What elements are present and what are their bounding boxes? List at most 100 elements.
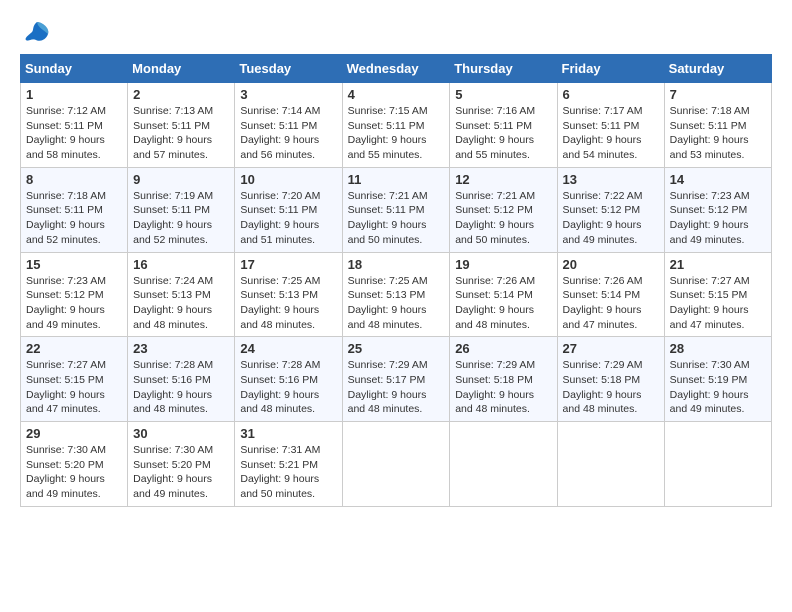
- calendar-day-6: 6 Sunrise: 7:17 AMSunset: 5:11 PMDayligh…: [557, 83, 664, 168]
- calendar-day-26: 26 Sunrise: 7:29 AMSunset: 5:18 PMDaylig…: [450, 337, 557, 422]
- day-number: 29: [26, 426, 122, 441]
- calendar-day-28: 28 Sunrise: 7:30 AMSunset: 5:19 PMDaylig…: [664, 337, 771, 422]
- calendar-day-23: 23 Sunrise: 7:28 AMSunset: 5:16 PMDaylig…: [128, 337, 235, 422]
- day-number: 1: [26, 87, 122, 102]
- day-number: 11: [348, 172, 445, 187]
- day-info: Sunrise: 7:25 AMSunset: 5:13 PMDaylight:…: [348, 275, 428, 331]
- calendar-header-wednesday: Wednesday: [342, 55, 450, 83]
- calendar-week-4: 22 Sunrise: 7:27 AMSunset: 5:15 PMDaylig…: [21, 337, 772, 422]
- calendar-day-5: 5 Sunrise: 7:16 AMSunset: 5:11 PMDayligh…: [450, 83, 557, 168]
- day-info: Sunrise: 7:21 AMSunset: 5:11 PMDaylight:…: [348, 190, 428, 246]
- day-number: 17: [240, 257, 336, 272]
- calendar-day-30: 30 Sunrise: 7:30 AMSunset: 5:20 PMDaylig…: [128, 422, 235, 507]
- empty-cell: [450, 422, 557, 507]
- empty-cell: [664, 422, 771, 507]
- day-number: 14: [670, 172, 766, 187]
- day-number: 6: [563, 87, 659, 102]
- calendar-day-29: 29 Sunrise: 7:30 AMSunset: 5:20 PMDaylig…: [21, 422, 128, 507]
- calendar-day-1: 1 Sunrise: 7:12 AMSunset: 5:11 PMDayligh…: [21, 83, 128, 168]
- day-info: Sunrise: 7:22 AMSunset: 5:12 PMDaylight:…: [563, 190, 643, 246]
- day-info: Sunrise: 7:31 AMSunset: 5:21 PMDaylight:…: [240, 444, 320, 500]
- logo-bird-icon: [22, 20, 52, 44]
- calendar-day-25: 25 Sunrise: 7:29 AMSunset: 5:17 PMDaylig…: [342, 337, 450, 422]
- day-number: 12: [455, 172, 551, 187]
- calendar-day-15: 15 Sunrise: 7:23 AMSunset: 5:12 PMDaylig…: [21, 252, 128, 337]
- day-info: Sunrise: 7:18 AMSunset: 5:11 PMDaylight:…: [670, 105, 750, 161]
- day-info: Sunrise: 7:20 AMSunset: 5:11 PMDaylight:…: [240, 190, 320, 246]
- day-info: Sunrise: 7:30 AMSunset: 5:20 PMDaylight:…: [26, 444, 106, 500]
- day-info: Sunrise: 7:16 AMSunset: 5:11 PMDaylight:…: [455, 105, 535, 161]
- calendar-day-24: 24 Sunrise: 7:28 AMSunset: 5:16 PMDaylig…: [235, 337, 342, 422]
- day-number: 7: [670, 87, 766, 102]
- calendar-day-21: 21 Sunrise: 7:27 AMSunset: 5:15 PMDaylig…: [664, 252, 771, 337]
- day-info: Sunrise: 7:19 AMSunset: 5:11 PMDaylight:…: [133, 190, 213, 246]
- calendar-header-monday: Monday: [128, 55, 235, 83]
- day-info: Sunrise: 7:29 AMSunset: 5:18 PMDaylight:…: [455, 359, 535, 415]
- calendar-header-friday: Friday: [557, 55, 664, 83]
- calendar-header-thursday: Thursday: [450, 55, 557, 83]
- day-info: Sunrise: 7:15 AMSunset: 5:11 PMDaylight:…: [348, 105, 428, 161]
- calendar-header-sunday: Sunday: [21, 55, 128, 83]
- calendar-week-3: 15 Sunrise: 7:23 AMSunset: 5:12 PMDaylig…: [21, 252, 772, 337]
- calendar-header-row: SundayMondayTuesdayWednesdayThursdayFrid…: [21, 55, 772, 83]
- day-info: Sunrise: 7:26 AMSunset: 5:14 PMDaylight:…: [455, 275, 535, 331]
- day-number: 28: [670, 341, 766, 356]
- day-number: 26: [455, 341, 551, 356]
- logo: [20, 20, 52, 44]
- day-info: Sunrise: 7:28 AMSunset: 5:16 PMDaylight:…: [133, 359, 213, 415]
- day-number: 20: [563, 257, 659, 272]
- calendar-week-5: 29 Sunrise: 7:30 AMSunset: 5:20 PMDaylig…: [21, 422, 772, 507]
- calendar-day-20: 20 Sunrise: 7:26 AMSunset: 5:14 PMDaylig…: [557, 252, 664, 337]
- calendar-week-2: 8 Sunrise: 7:18 AMSunset: 5:11 PMDayligh…: [21, 167, 772, 252]
- calendar-day-13: 13 Sunrise: 7:22 AMSunset: 5:12 PMDaylig…: [557, 167, 664, 252]
- day-info: Sunrise: 7:17 AMSunset: 5:11 PMDaylight:…: [563, 105, 643, 161]
- calendar-day-11: 11 Sunrise: 7:21 AMSunset: 5:11 PMDaylig…: [342, 167, 450, 252]
- calendar-header-tuesday: Tuesday: [235, 55, 342, 83]
- calendar-day-31: 31 Sunrise: 7:31 AMSunset: 5:21 PMDaylig…: [235, 422, 342, 507]
- day-number: 4: [348, 87, 445, 102]
- calendar-header-saturday: Saturday: [664, 55, 771, 83]
- calendar-day-18: 18 Sunrise: 7:25 AMSunset: 5:13 PMDaylig…: [342, 252, 450, 337]
- calendar-day-17: 17 Sunrise: 7:25 AMSunset: 5:13 PMDaylig…: [235, 252, 342, 337]
- calendar-day-4: 4 Sunrise: 7:15 AMSunset: 5:11 PMDayligh…: [342, 83, 450, 168]
- calendar-table: SundayMondayTuesdayWednesdayThursdayFrid…: [20, 54, 772, 507]
- day-number: 3: [240, 87, 336, 102]
- page-header: [20, 20, 772, 44]
- day-info: Sunrise: 7:27 AMSunset: 5:15 PMDaylight:…: [670, 275, 750, 331]
- calendar-day-14: 14 Sunrise: 7:23 AMSunset: 5:12 PMDaylig…: [664, 167, 771, 252]
- day-number: 31: [240, 426, 336, 441]
- day-number: 21: [670, 257, 766, 272]
- day-number: 23: [133, 341, 229, 356]
- calendar-day-22: 22 Sunrise: 7:27 AMSunset: 5:15 PMDaylig…: [21, 337, 128, 422]
- day-number: 8: [26, 172, 122, 187]
- day-info: Sunrise: 7:30 AMSunset: 5:19 PMDaylight:…: [670, 359, 750, 415]
- calendar-day-19: 19 Sunrise: 7:26 AMSunset: 5:14 PMDaylig…: [450, 252, 557, 337]
- day-info: Sunrise: 7:13 AMSunset: 5:11 PMDaylight:…: [133, 105, 213, 161]
- day-info: Sunrise: 7:18 AMSunset: 5:11 PMDaylight:…: [26, 190, 106, 246]
- calendar-week-1: 1 Sunrise: 7:12 AMSunset: 5:11 PMDayligh…: [21, 83, 772, 168]
- calendar-day-27: 27 Sunrise: 7:29 AMSunset: 5:18 PMDaylig…: [557, 337, 664, 422]
- calendar-day-16: 16 Sunrise: 7:24 AMSunset: 5:13 PMDaylig…: [128, 252, 235, 337]
- day-info: Sunrise: 7:12 AMSunset: 5:11 PMDaylight:…: [26, 105, 106, 161]
- day-info: Sunrise: 7:29 AMSunset: 5:18 PMDaylight:…: [563, 359, 643, 415]
- day-info: Sunrise: 7:26 AMSunset: 5:14 PMDaylight:…: [563, 275, 643, 331]
- day-info: Sunrise: 7:25 AMSunset: 5:13 PMDaylight:…: [240, 275, 320, 331]
- day-number: 13: [563, 172, 659, 187]
- day-number: 18: [348, 257, 445, 272]
- calendar-day-12: 12 Sunrise: 7:21 AMSunset: 5:12 PMDaylig…: [450, 167, 557, 252]
- day-number: 5: [455, 87, 551, 102]
- day-info: Sunrise: 7:28 AMSunset: 5:16 PMDaylight:…: [240, 359, 320, 415]
- empty-cell: [342, 422, 450, 507]
- day-number: 19: [455, 257, 551, 272]
- day-number: 9: [133, 172, 229, 187]
- day-number: 10: [240, 172, 336, 187]
- day-info: Sunrise: 7:21 AMSunset: 5:12 PMDaylight:…: [455, 190, 535, 246]
- calendar-day-10: 10 Sunrise: 7:20 AMSunset: 5:11 PMDaylig…: [235, 167, 342, 252]
- day-number: 30: [133, 426, 229, 441]
- day-info: Sunrise: 7:23 AMSunset: 5:12 PMDaylight:…: [26, 275, 106, 331]
- day-number: 25: [348, 341, 445, 356]
- day-info: Sunrise: 7:30 AMSunset: 5:20 PMDaylight:…: [133, 444, 213, 500]
- empty-cell: [557, 422, 664, 507]
- day-number: 24: [240, 341, 336, 356]
- calendar-day-9: 9 Sunrise: 7:19 AMSunset: 5:11 PMDayligh…: [128, 167, 235, 252]
